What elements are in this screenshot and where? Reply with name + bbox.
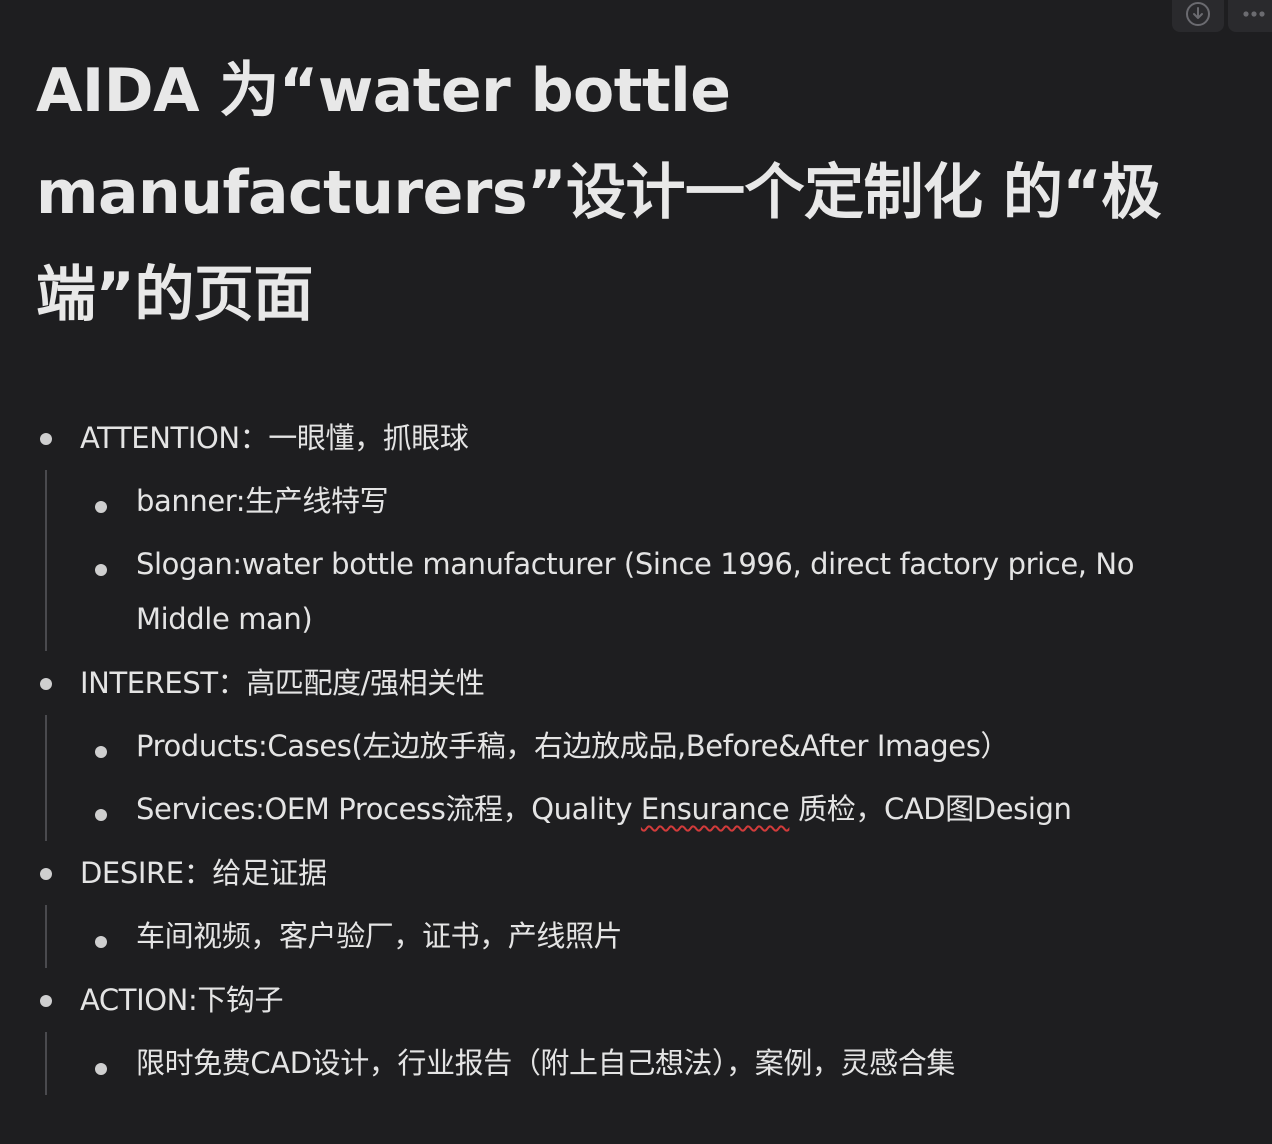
bullet-dot[interactable]: [95, 936, 107, 948]
aida-outline: ATTENTION：一眼懂，抓眼球 banner:生产线特写 Slogan:wa…: [0, 406, 1272, 1095]
section-action: ACTION:下钩子 限时免费CAD设计，行业报告（附上自己想法），案例，灵感合…: [0, 968, 1272, 1095]
misspelled-word[interactable]: Ensurance: [641, 792, 790, 826]
section-desire: DESIRE：给足证据 车间视频，客户验厂，证书，产线照片: [0, 841, 1272, 968]
list-item-text[interactable]: banner:生产线特写: [136, 484, 389, 518]
list-item: Slogan:water bottle manufacturer (Since …: [0, 533, 1242, 651]
text-after: 质检，CAD图Design: [789, 792, 1072, 826]
section-children: 车间视频，客户验厂，证书，产线照片: [0, 905, 1242, 968]
list-item: 限时免费CAD设计，行业报告（附上自己想法），案例，灵感合集: [0, 1032, 1242, 1095]
section-interest: INTEREST：高匹配度/强相关性 Products:Cases(左边放手稿，…: [0, 651, 1272, 841]
bullet-dot[interactable]: [40, 433, 52, 445]
bullet-dot[interactable]: [95, 501, 107, 513]
download-circle-icon: [1186, 2, 1210, 26]
bullet-dot[interactable]: [95, 809, 107, 821]
bullet-dot[interactable]: [40, 868, 52, 880]
section-children: 限时免费CAD设计，行业报告（附上自己想法），案例，灵感合集: [0, 1032, 1242, 1095]
list-item-text[interactable]: Services:OEM Process流程，Quality Ensurance…: [136, 792, 1072, 826]
section-attention: ATTENTION：一眼懂，抓眼球 banner:生产线特写 Slogan:wa…: [0, 406, 1272, 651]
page-title: AIDA 为“water bottle manufacturers”设计一个定制…: [36, 56, 1161, 330]
more-dots-icon: [1243, 11, 1265, 17]
bullet-dot[interactable]: [95, 746, 107, 758]
section-label[interactable]: INTEREST：高匹配度/强相关性: [80, 651, 1242, 715]
section-children: banner:生产线特写 Slogan:water bottle manufac…: [0, 470, 1242, 651]
text-before: Services:OEM Process流程，Quality: [136, 792, 641, 826]
section-label[interactable]: ATTENTION：一眼懂，抓眼球: [80, 406, 1242, 470]
list-item-text[interactable]: Products:Cases(左边放手稿，右边放成品,Before&After …: [136, 729, 1009, 763]
list-item: 车间视频，客户验厂，证书，产线照片: [0, 905, 1242, 968]
bullet-dot[interactable]: [40, 995, 52, 1007]
download-button[interactable]: [1172, 0, 1224, 32]
more-options-button[interactable]: [1228, 0, 1272, 32]
list-item-text[interactable]: 限时免费CAD设计，行业报告（附上自己想法），案例，灵感合集: [136, 1046, 955, 1080]
section-label[interactable]: ACTION:下钩子: [80, 968, 1242, 1032]
list-item: Services:OEM Process流程，Quality Ensurance…: [0, 778, 1242, 841]
list-item-text[interactable]: Slogan:water bottle manufacturer (Since …: [136, 547, 1134, 636]
section-children: Products:Cases(左边放手稿，右边放成品,Before&After …: [0, 715, 1242, 841]
list-item: banner:生产线特写: [0, 470, 1242, 533]
bullet-dot[interactable]: [40, 678, 52, 690]
section-label[interactable]: DESIRE：给足证据: [80, 841, 1242, 905]
bullet-dot[interactable]: [95, 1063, 107, 1075]
list-item-text[interactable]: 车间视频，客户验厂，证书，产线照片: [136, 919, 623, 953]
top-toolbar: [1172, 0, 1272, 32]
list-item: Products:Cases(左边放手稿，右边放成品,Before&After …: [0, 715, 1242, 778]
bullet-dot[interactable]: [95, 564, 107, 576]
